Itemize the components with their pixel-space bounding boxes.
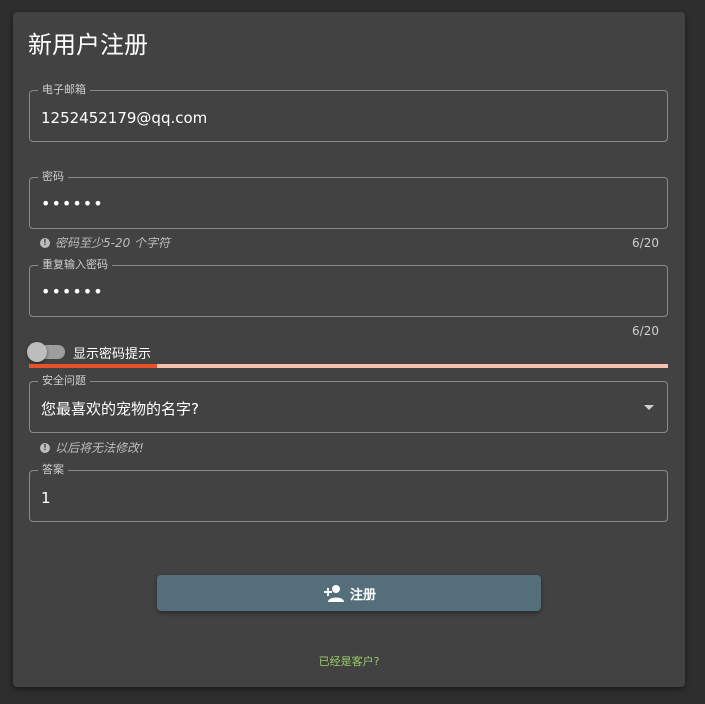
- password-counter: 6/20: [632, 236, 659, 250]
- security-question-hint-text: 以后将无法修改!: [55, 441, 144, 455]
- dropdown-arrow-icon[interactable]: [644, 405, 654, 410]
- password-hint-text: 密码至少5-20 个字符: [55, 236, 171, 250]
- registration-card: 新用户注册 电子邮箱 1252452179@qq.com 密码 •••••• !…: [13, 12, 685, 687]
- password-field[interactable]: 密码 ••••••: [29, 170, 668, 229]
- confirm-password-value: ••••••: [41, 282, 104, 301]
- toggle-label: 显示密码提示: [73, 346, 152, 362]
- security-question-value: 您最喜欢的宠物的名字?: [41, 400, 199, 418]
- confirm-password-counter: 6/20: [632, 324, 659, 338]
- password-label: 密码: [38, 170, 68, 184]
- email-field[interactable]: 电子邮箱 1252452179@qq.com: [29, 83, 668, 142]
- confirm-password-field[interactable]: 重复输入密码 ••••••: [29, 258, 668, 317]
- show-password-hint-toggle[interactable]: 显示密码提示: [27, 341, 152, 363]
- register-button[interactable]: 注册: [157, 575, 541, 611]
- info-icon: !: [40, 443, 50, 453]
- existing-customer-link[interactable]: 已经是客户?: [13, 653, 685, 669]
- person-add-icon: [323, 585, 344, 602]
- switch-track[interactable]: [27, 342, 65, 362]
- password-hint: ! 密码至少5-20 个字符: [40, 235, 170, 251]
- answer-value: 1: [41, 489, 51, 507]
- switch-thumb[interactable]: [27, 342, 47, 362]
- password-strength-bar: [29, 364, 668, 368]
- info-icon: !: [40, 238, 50, 248]
- answer-field[interactable]: 答案 1: [29, 463, 668, 522]
- register-button-label: 注册: [349, 587, 376, 603]
- security-question-hint: ! 以后将无法修改!: [40, 440, 144, 456]
- security-question-select[interactable]: 安全问题 您最喜欢的宠物的名字?: [29, 374, 668, 433]
- page-title: 新用户注册: [28, 31, 148, 59]
- confirm-password-label: 重复输入密码: [38, 258, 112, 272]
- email-label: 电子邮箱: [38, 83, 90, 97]
- password-strength-fill: [29, 364, 157, 368]
- answer-label: 答案: [38, 463, 68, 477]
- email-value: 1252452179@qq.com: [41, 109, 208, 127]
- password-value: ••••••: [41, 194, 104, 213]
- security-question-label: 安全问题: [38, 374, 90, 388]
